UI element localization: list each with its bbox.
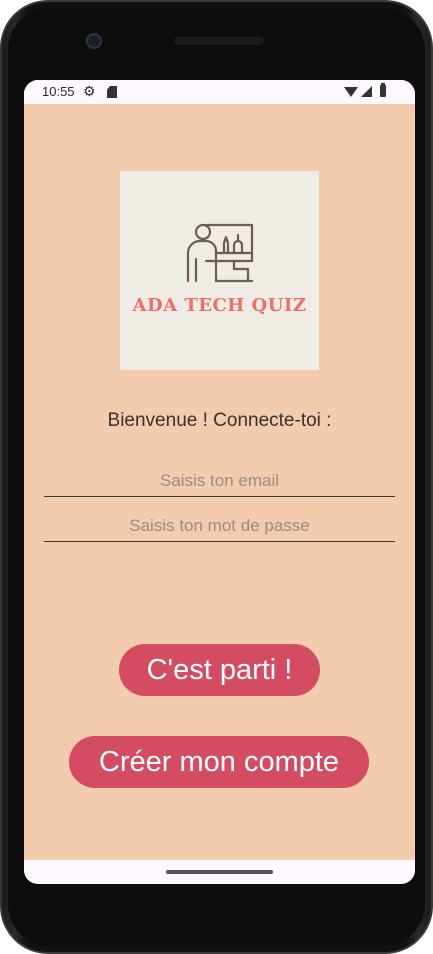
person-at-desk-icon [186, 223, 254, 283]
navigation-bar [24, 860, 415, 884]
email-input[interactable] [44, 466, 395, 497]
settings-gear-icon: ⚙ [83, 83, 96, 99]
sd-card-icon [107, 86, 117, 98]
home-gesture-handle[interactable] [166, 870, 273, 874]
welcome-heading: Bienvenue ! Connecte-toi : [107, 410, 332, 431]
create-account-button[interactable]: Créer mon compte [69, 736, 369, 788]
app-logo: ADA TECH QUIZ [120, 171, 319, 370]
start-button[interactable]: C'est parti ! [119, 644, 320, 696]
logo-title: ADA TECH QUIZ [132, 295, 307, 316]
front-camera [86, 33, 102, 49]
password-input[interactable] [44, 511, 395, 542]
wifi-icon [344, 87, 358, 97]
phone-frame: 10:55 ⚙ ADA TECH QUIZ Bienvenue ! Connec… [0, 0, 433, 954]
battery-icon [380, 83, 386, 97]
cell-signal-icon [361, 86, 372, 97]
status-time: 10:55 [42, 84, 75, 99]
status-bar: 10:55 ⚙ [24, 80, 415, 104]
device-screen: 10:55 ⚙ ADA TECH QUIZ Bienvenue ! Connec… [24, 80, 415, 884]
earpiece-speaker [174, 37, 264, 45]
login-screen: ADA TECH QUIZ Bienvenue ! Connecte-toi :… [24, 104, 415, 860]
